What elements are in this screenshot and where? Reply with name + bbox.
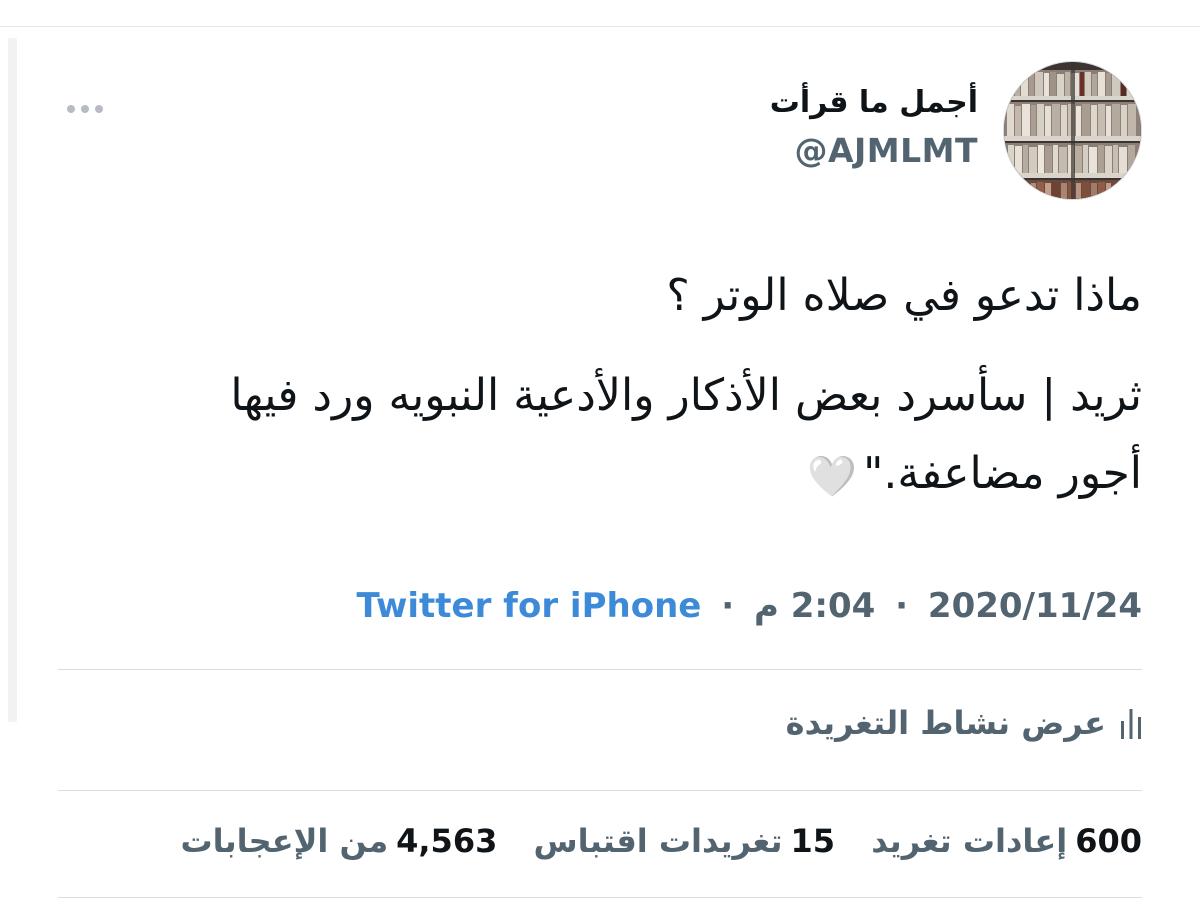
quotes-label: تغريدات اقتباس xyxy=(533,822,783,860)
tweet-source-link[interactable]: Twitter for iPhone xyxy=(356,586,701,626)
tweet-text-line-2: ثريد | سأسرد بعض الأذكار والأدعية النبوي… xyxy=(230,370,1142,421)
more-horizontal-icon xyxy=(67,105,75,113)
analytics-bars-icon xyxy=(1120,707,1142,739)
author-display-name[interactable]: أجمل ما قرأت xyxy=(770,85,978,120)
top-divider xyxy=(0,26,1200,27)
divider xyxy=(58,897,1142,898)
tweet-meta: 2020/11/24 · 2:04 م · Twitter for iPhone xyxy=(356,586,1142,626)
divider xyxy=(58,790,1142,791)
retweets-count: 600 xyxy=(1075,822,1142,860)
bookshelf-avatar-icon[interactable] xyxy=(1003,61,1142,200)
retweets-label: إعادات تغريد xyxy=(871,822,1068,860)
quotes-count: 15 xyxy=(790,822,836,860)
more-options-button[interactable] xyxy=(60,96,110,122)
tweet-text-line-1: ماذا تدعو في صلاه الوتر ؟ xyxy=(666,270,1142,321)
tweet-page: أجمل ما قرأت @AJMLMT ماذا تدعو في صلاه ا… xyxy=(0,0,1200,921)
activity-label: عرض نشاط التغريدة xyxy=(785,704,1106,742)
scrollbar-track[interactable] xyxy=(8,38,17,722)
tweet-stats: 600إعادات تغريد 15تغريدات اقتباس 4,563من… xyxy=(154,822,1142,860)
meta-separator: · xyxy=(895,586,909,626)
retweets-stat[interactable]: 600إعادات تغريد xyxy=(871,822,1142,860)
tweet-text-line-3: أجور مضاعفة."🤍 xyxy=(62,448,1142,500)
tweet-date[interactable]: 2020/11/24 xyxy=(928,586,1142,626)
view-tweet-activity-button[interactable]: عرض نشاط التغريدة xyxy=(786,704,1142,742)
meta-separator: · xyxy=(721,586,735,626)
tweet-time[interactable]: 2:04 م xyxy=(754,586,875,626)
author-handle[interactable]: @AJMLMT xyxy=(794,131,978,170)
likes-label: من الإعجابات xyxy=(180,822,389,860)
likes-count: 4,563 xyxy=(396,822,498,860)
more-horizontal-icon-dot xyxy=(95,105,103,113)
divider xyxy=(58,669,1142,670)
white-heart-emoji: 🤍 xyxy=(807,453,858,500)
quotes-stat[interactable]: 15تغريدات اقتباس xyxy=(534,822,836,860)
likes-stat[interactable]: 4,563من الإعجابات xyxy=(180,822,497,860)
tweet-text-line-3-content: أجور مضاعفة." xyxy=(863,448,1142,499)
more-horizontal-icon-dot xyxy=(81,105,89,113)
